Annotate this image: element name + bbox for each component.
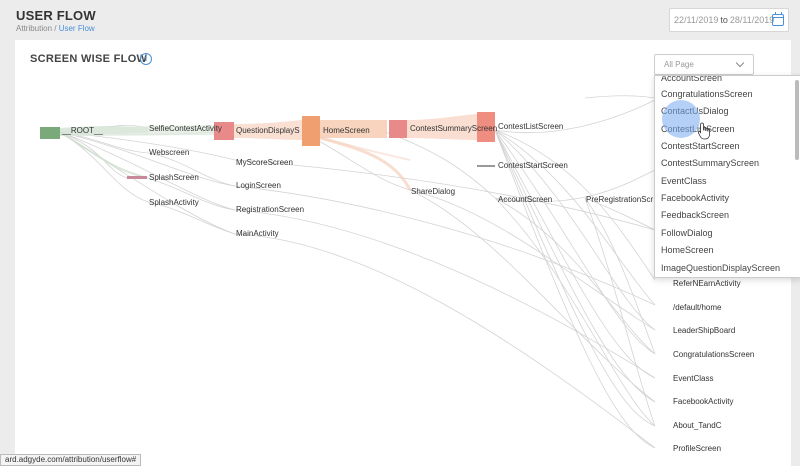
flow-node[interactable]: /default/home [673,303,721,313]
flow-node[interactable]: ShareDialog [411,187,455,197]
flow-node[interactable]: HomeScreen [323,126,370,136]
dropdown-option[interactable]: FacebookActivity [661,192,729,204]
flow-node[interactable]: SelfieContestActivity [149,124,222,134]
page-header: USER FLOW Attribution / User Flow 22/11/… [0,0,800,40]
date-range-picker[interactable]: 22/11/2019 to 28/11/2019 [669,8,789,32]
calendar-icon[interactable] [772,12,784,26]
flow-node[interactable]: PreRegistrationScr [586,195,653,205]
flow-node[interactable]: SplashScreen [149,173,199,183]
dropdown-option[interactable]: EventClass [661,175,707,187]
breadcrumb: Attribution / User Flow [16,24,95,33]
dropdown-option[interactable]: FeedbackScreen [661,209,729,221]
flow-node[interactable]: AccountScreen [498,195,552,205]
flow-node[interactable]: ReferNEarnActivity [673,279,741,289]
hand-cursor-icon [697,122,710,140]
flow-node[interactable]: MyScoreScreen [236,158,293,168]
breadcrumb-separator: / [52,24,59,33]
breadcrumb-root[interactable]: Attribution [16,24,52,33]
page-title: USER FLOW [16,8,96,23]
date-to: 28/11/2019 [729,15,775,25]
dropdown-option[interactable]: AccountScreen [661,76,722,84]
flow-node[interactable]: About_TandC [673,421,721,431]
status-bar-url: ard.adgyde.com/attribution/userflow# [0,454,142,466]
date-from: 22/11/2019 [674,15,719,25]
dropdown-option[interactable]: HomeScreen [661,244,714,256]
flow-node[interactable]: LeaderShipBoard [673,326,735,336]
dropdown-option[interactable]: CongratulationsScreen [661,88,753,100]
page-filter-value: All Page [664,60,694,69]
flow-node[interactable]: ContestListScreen [498,122,563,132]
dropdown-option[interactable]: ContestSummaryScreen [661,157,759,169]
flow-node[interactable]: CongratulationsScreen [673,350,754,360]
dropdown-option[interactable]: FollowDialog [661,227,713,239]
dropdown-scrollbar[interactable] [795,80,799,160]
flow-node[interactable]: LoginScreen [236,181,281,191]
flow-node[interactable]: EventClass [673,374,713,384]
flow-node[interactable]: ContestSummaryScreen [410,124,497,134]
chevron-down-icon [735,58,745,68]
dropdown-option[interactable]: ImageQuestionDisplayScreen [661,262,780,274]
click-highlight [662,100,700,138]
flow-node[interactable]: RegistrationScreen [236,205,304,215]
flow-node[interactable]: Webscreen [149,148,189,158]
page-filter-select[interactable]: All Page [654,54,754,75]
flow-node-root[interactable]: __ROOT__ [62,126,103,136]
date-separator: to [720,15,728,25]
flow-node[interactable]: SplashActivity [149,198,199,208]
flow-node[interactable]: FacebookActivity [673,397,733,407]
flow-node[interactable]: ContestStartScreen [498,161,568,171]
flow-node[interactable]: MainActivity [236,229,279,239]
flow-node[interactable]: QuestionDisplayS [236,126,300,136]
flow-node[interactable]: ProfileScreen [673,444,721,454]
dropdown-option[interactable]: ContestStartScreen [661,140,740,152]
breadcrumb-current[interactable]: User Flow [59,24,95,33]
